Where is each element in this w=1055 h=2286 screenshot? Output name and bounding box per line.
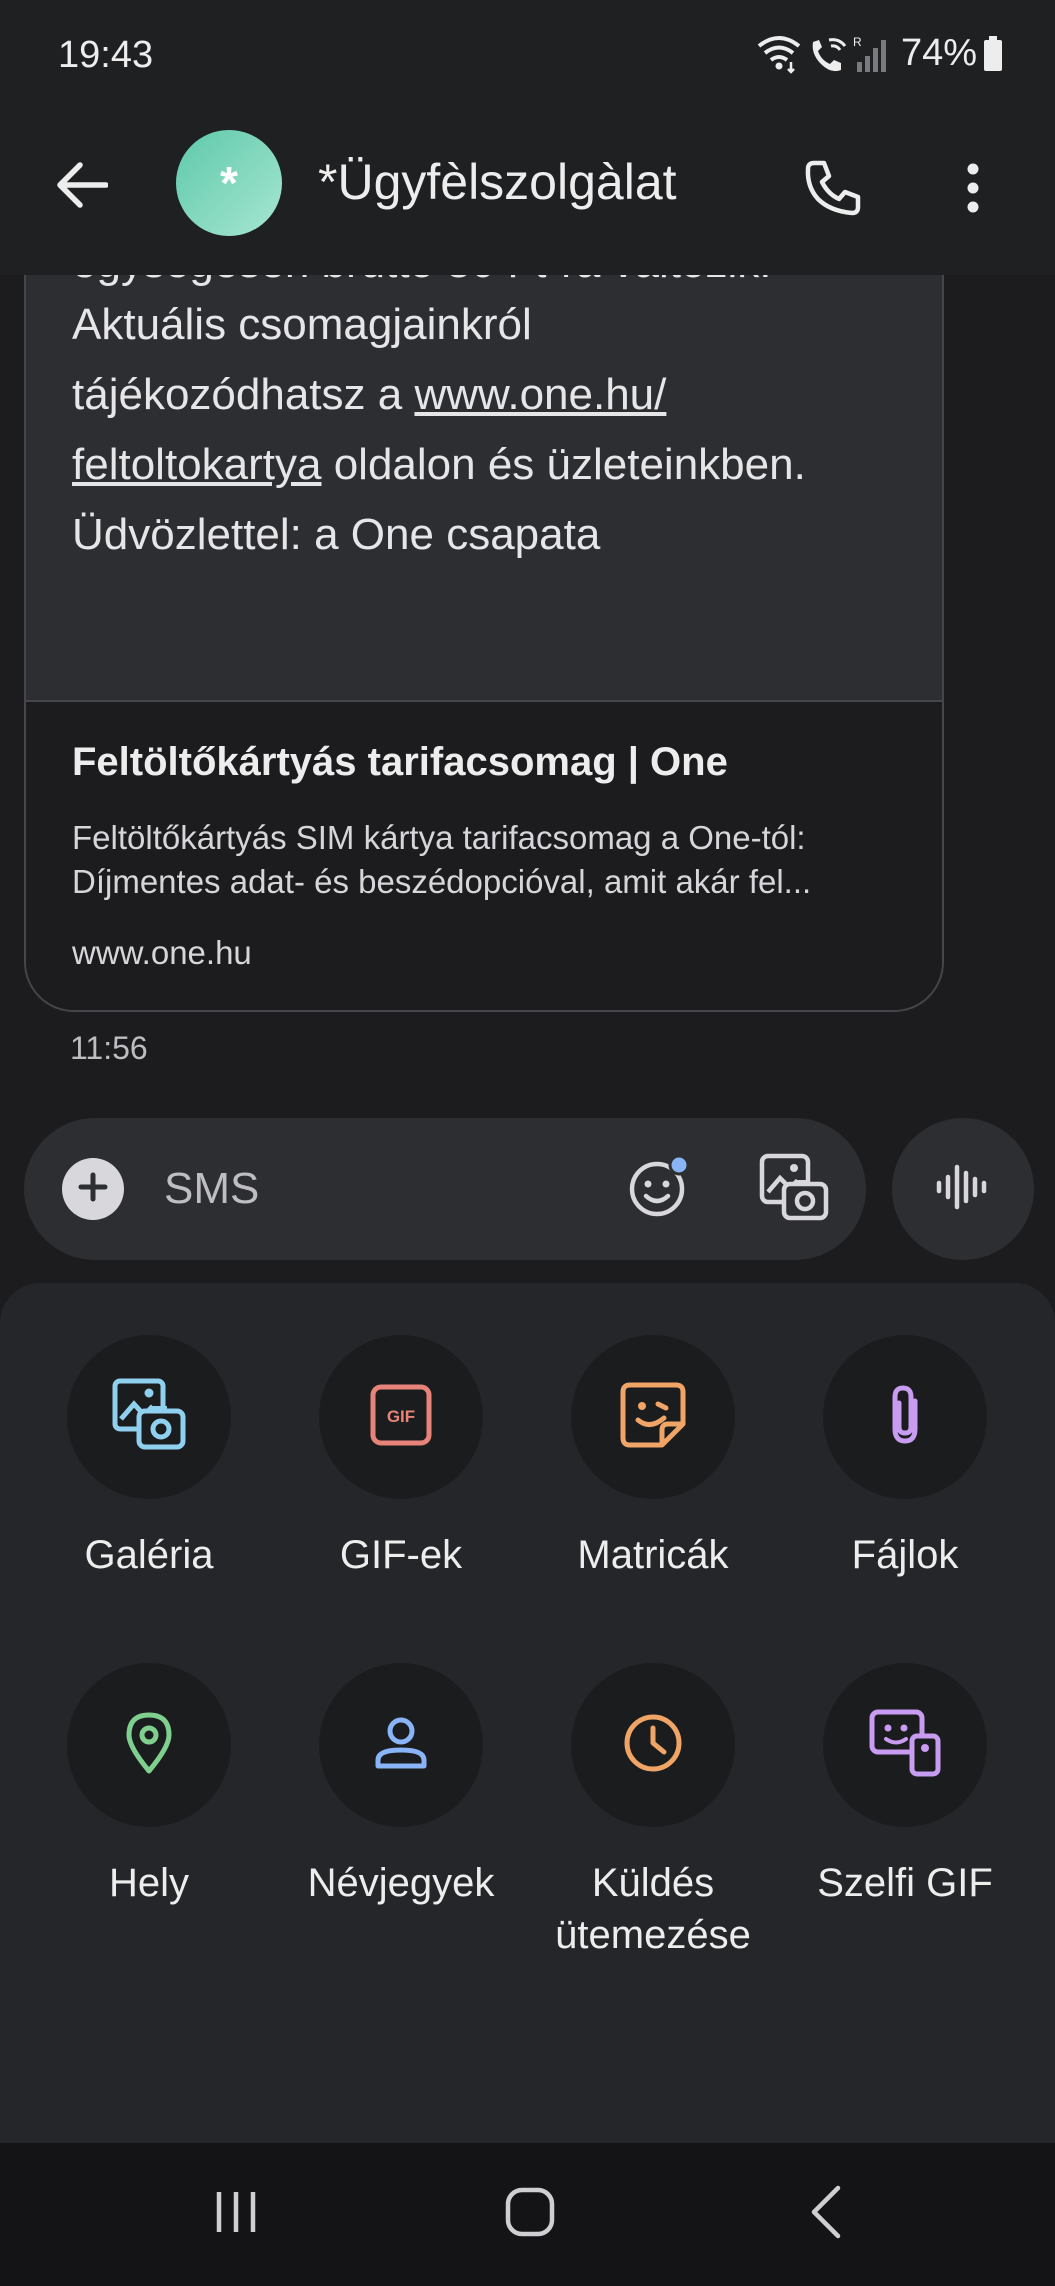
attachment-location[interactable]: Hely [24,1663,274,1909]
link-preview-card[interactable]: Feltöltőkártyás tarifacsomag | One Feltö… [26,700,942,1010]
attachment-icon-circle [319,1663,483,1827]
message-line: feltoltokartya oldalon és üzleteinkben. [72,430,806,500]
svg-text:R: R [853,35,862,49]
recents-icon [211,2187,261,2242]
attachment-panel: Galéria GIF GIF-ek Matricák Fájlok Hely … [0,1283,1055,2143]
link-preview-desc-line: Díjmentes adat- és beszédopcióval, amit … [72,863,812,900]
status-bar: 19:43 R 74% [0,0,1055,115]
wifi-calling-icon [807,34,847,74]
message-line: Aktuális csomagjainkról [72,300,532,349]
back-button[interactable] [50,155,114,219]
compose-bar [24,1118,866,1260]
attachment-contacts[interactable]: Névjegyek [276,1663,526,1909]
gif-icon: GIF [370,1384,432,1451]
attachment-icon-circle [571,1335,735,1499]
contact-icon [373,1715,429,1776]
attachment-label: Névjegyek [307,1861,495,1905]
link-preview-title: Feltöltőkártyás tarifacsomag | One [72,740,728,784]
attachment-icon-circle [67,1663,231,1827]
status-time: 19:43 [58,34,154,76]
location-icon [125,1711,173,1780]
attachment-files[interactable]: Fájlok [780,1335,1030,1581]
attachment-gallery[interactable]: Galéria [24,1335,274,1581]
call-button[interactable] [798,155,868,225]
attachment-icon-circle [823,1335,987,1499]
voice-waveform-icon [935,1159,991,1220]
more-options-button[interactable] [950,155,996,225]
conversation-app-bar: * *Ügyfèlszolgàlat [0,115,1055,275]
recents-button[interactable] [196,2179,276,2249]
attachment-label: GIF-ek [339,1533,463,1577]
message-line: Üdvözlettel: a One csapata [72,510,601,559]
attachment-icon-circle [67,1335,231,1499]
wifi-icon [757,34,801,74]
message-line-text: oldalon és üzleteinkben. [321,440,806,489]
gallery-icon [111,1377,187,1458]
contact-name[interactable]: *Ügyfèlszolgàlat [318,153,677,211]
system-navigation-bar [0,2143,1055,2286]
add-attachment-button[interactable] [62,1158,124,1220]
emoji-button[interactable] [624,1154,694,1224]
nav-back-icon [806,2184,846,2245]
status-icons: R 74% [757,32,1003,75]
signal-icon: R [853,34,889,74]
attachment-label: Szelfi GIF [817,1861,993,1905]
home-icon [504,2186,556,2243]
voice-message-button[interactable] [892,1118,1034,1260]
link-preview-description: Feltöltőkártyás SIM kártya tarifacsomag … [72,816,932,904]
message-timestamp: 11:56 [70,1030,148,1066]
home-button[interactable] [490,2179,570,2249]
attachment-stickers[interactable]: Matricák [528,1335,778,1581]
attachment-label: Küldés ütemezése [555,1861,751,1957]
attachment-label: Hely [108,1861,190,1905]
plus-icon [77,1171,109,1208]
gallery-camera-icon [758,1152,830,1229]
link-preview-url: www.one.hu [72,934,252,971]
sticker-icon [620,1382,686,1453]
paperclip-icon [885,1383,925,1452]
attachment-label: Fájlok [851,1533,959,1577]
message-line: tájékozódhatsz a www.one.hu/ [72,360,806,430]
gallery-button[interactable] [754,1150,834,1230]
arrow-left-icon [56,161,109,213]
messages-screen: egységesen bruttó 30 Ft-ra változik. Akt… [0,0,1055,2286]
message-line-text: tájékozódhatsz a [72,370,415,419]
system-back-button[interactable] [786,2179,866,2249]
contact-avatar[interactable]: * [176,130,282,236]
attachment-label: Galéria [84,1533,214,1577]
message-link[interactable]: www.one.hu/ [414,370,666,419]
emoji-icon [627,1154,691,1224]
attachment-icon-circle: GIF [319,1335,483,1499]
sms-input[interactable] [164,1158,464,1220]
attachment-label: Matricák [577,1533,729,1577]
battery-icon [983,35,1003,72]
selfie-gif-icon [868,1708,942,1783]
battery-percentage: 74% [900,32,977,74]
more-vertical-icon [966,163,980,218]
message-link[interactable]: feltoltokartya [72,440,321,489]
svg-text:GIF: GIF [387,1407,415,1426]
attachment-icon-circle [823,1663,987,1827]
attachment-selfie-gif[interactable]: Szelfi GIF [780,1663,1030,1909]
attachment-icon-circle [571,1663,735,1827]
clock-icon [622,1712,684,1779]
attachment-schedule-send[interactable]: Küldés ütemezése [528,1663,778,1961]
phone-icon [804,159,862,222]
link-preview-desc-line: Feltöltőkártyás SIM kártya tarifacsomag … [72,819,806,856]
attachment-gif[interactable]: GIF GIF-ek [276,1335,526,1581]
message-bubble[interactable]: egységesen bruttó 30 Ft-ra változik. Akt… [24,180,944,1012]
